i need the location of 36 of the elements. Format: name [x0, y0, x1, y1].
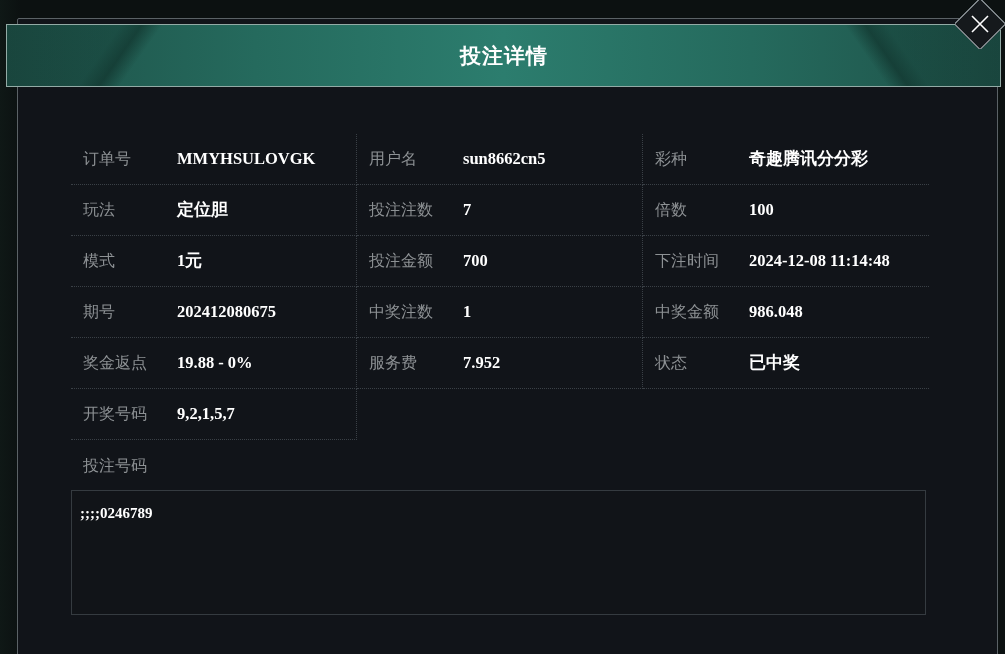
- close-icon: [971, 15, 989, 33]
- field-label: 模式: [82, 250, 116, 272]
- field-value: 700: [463, 251, 488, 271]
- field-label: 玩法: [82, 199, 116, 221]
- field-value: 202412080675: [177, 302, 276, 322]
- field-value: 2024-12-08 11:14:48: [749, 251, 890, 271]
- field-value: sun8662cn5: [463, 149, 546, 169]
- field-label: 开奖号码: [82, 403, 148, 425]
- field-value: 7.952: [463, 353, 501, 373]
- field-label: 期号: [82, 301, 116, 323]
- field-value: 奇趣腾讯分分彩: [749, 148, 868, 170]
- field-label: 订单号: [82, 148, 132, 170]
- field-label: 用户名: [368, 148, 418, 170]
- field-value: MMYHSULOVGK: [177, 149, 316, 169]
- field-value: 已中奖: [749, 352, 800, 374]
- field-label: 投注号码: [83, 456, 147, 477]
- dialog-title: 投注详情: [459, 42, 548, 70]
- field-value: 9,2,1,5,7: [177, 404, 235, 424]
- field-value: 19.88 - 0%: [177, 353, 253, 373]
- field-label: 中奖注数: [368, 301, 434, 323]
- field-label: 投注金额: [368, 250, 434, 272]
- field-value: 7: [463, 200, 472, 220]
- field-label: 状态: [654, 352, 688, 374]
- field-value: 1元: [177, 250, 203, 272]
- field-value: 1: [463, 302, 472, 322]
- field-label: 奖金返点: [82, 352, 148, 374]
- field-label: 下注时间: [654, 250, 720, 272]
- field-label: 中奖金额: [654, 301, 720, 323]
- bet-numbers-field[interactable]: ;;;;0246789: [71, 490, 926, 615]
- field-label: 彩种: [654, 148, 688, 170]
- field-label: 服务费: [368, 352, 418, 374]
- field-value: 986.048: [749, 302, 803, 322]
- field-value: 100: [749, 200, 774, 220]
- field-label: 投注注数: [368, 199, 434, 221]
- field-label: 倍数: [654, 199, 688, 221]
- field-value: 定位胆: [177, 199, 228, 221]
